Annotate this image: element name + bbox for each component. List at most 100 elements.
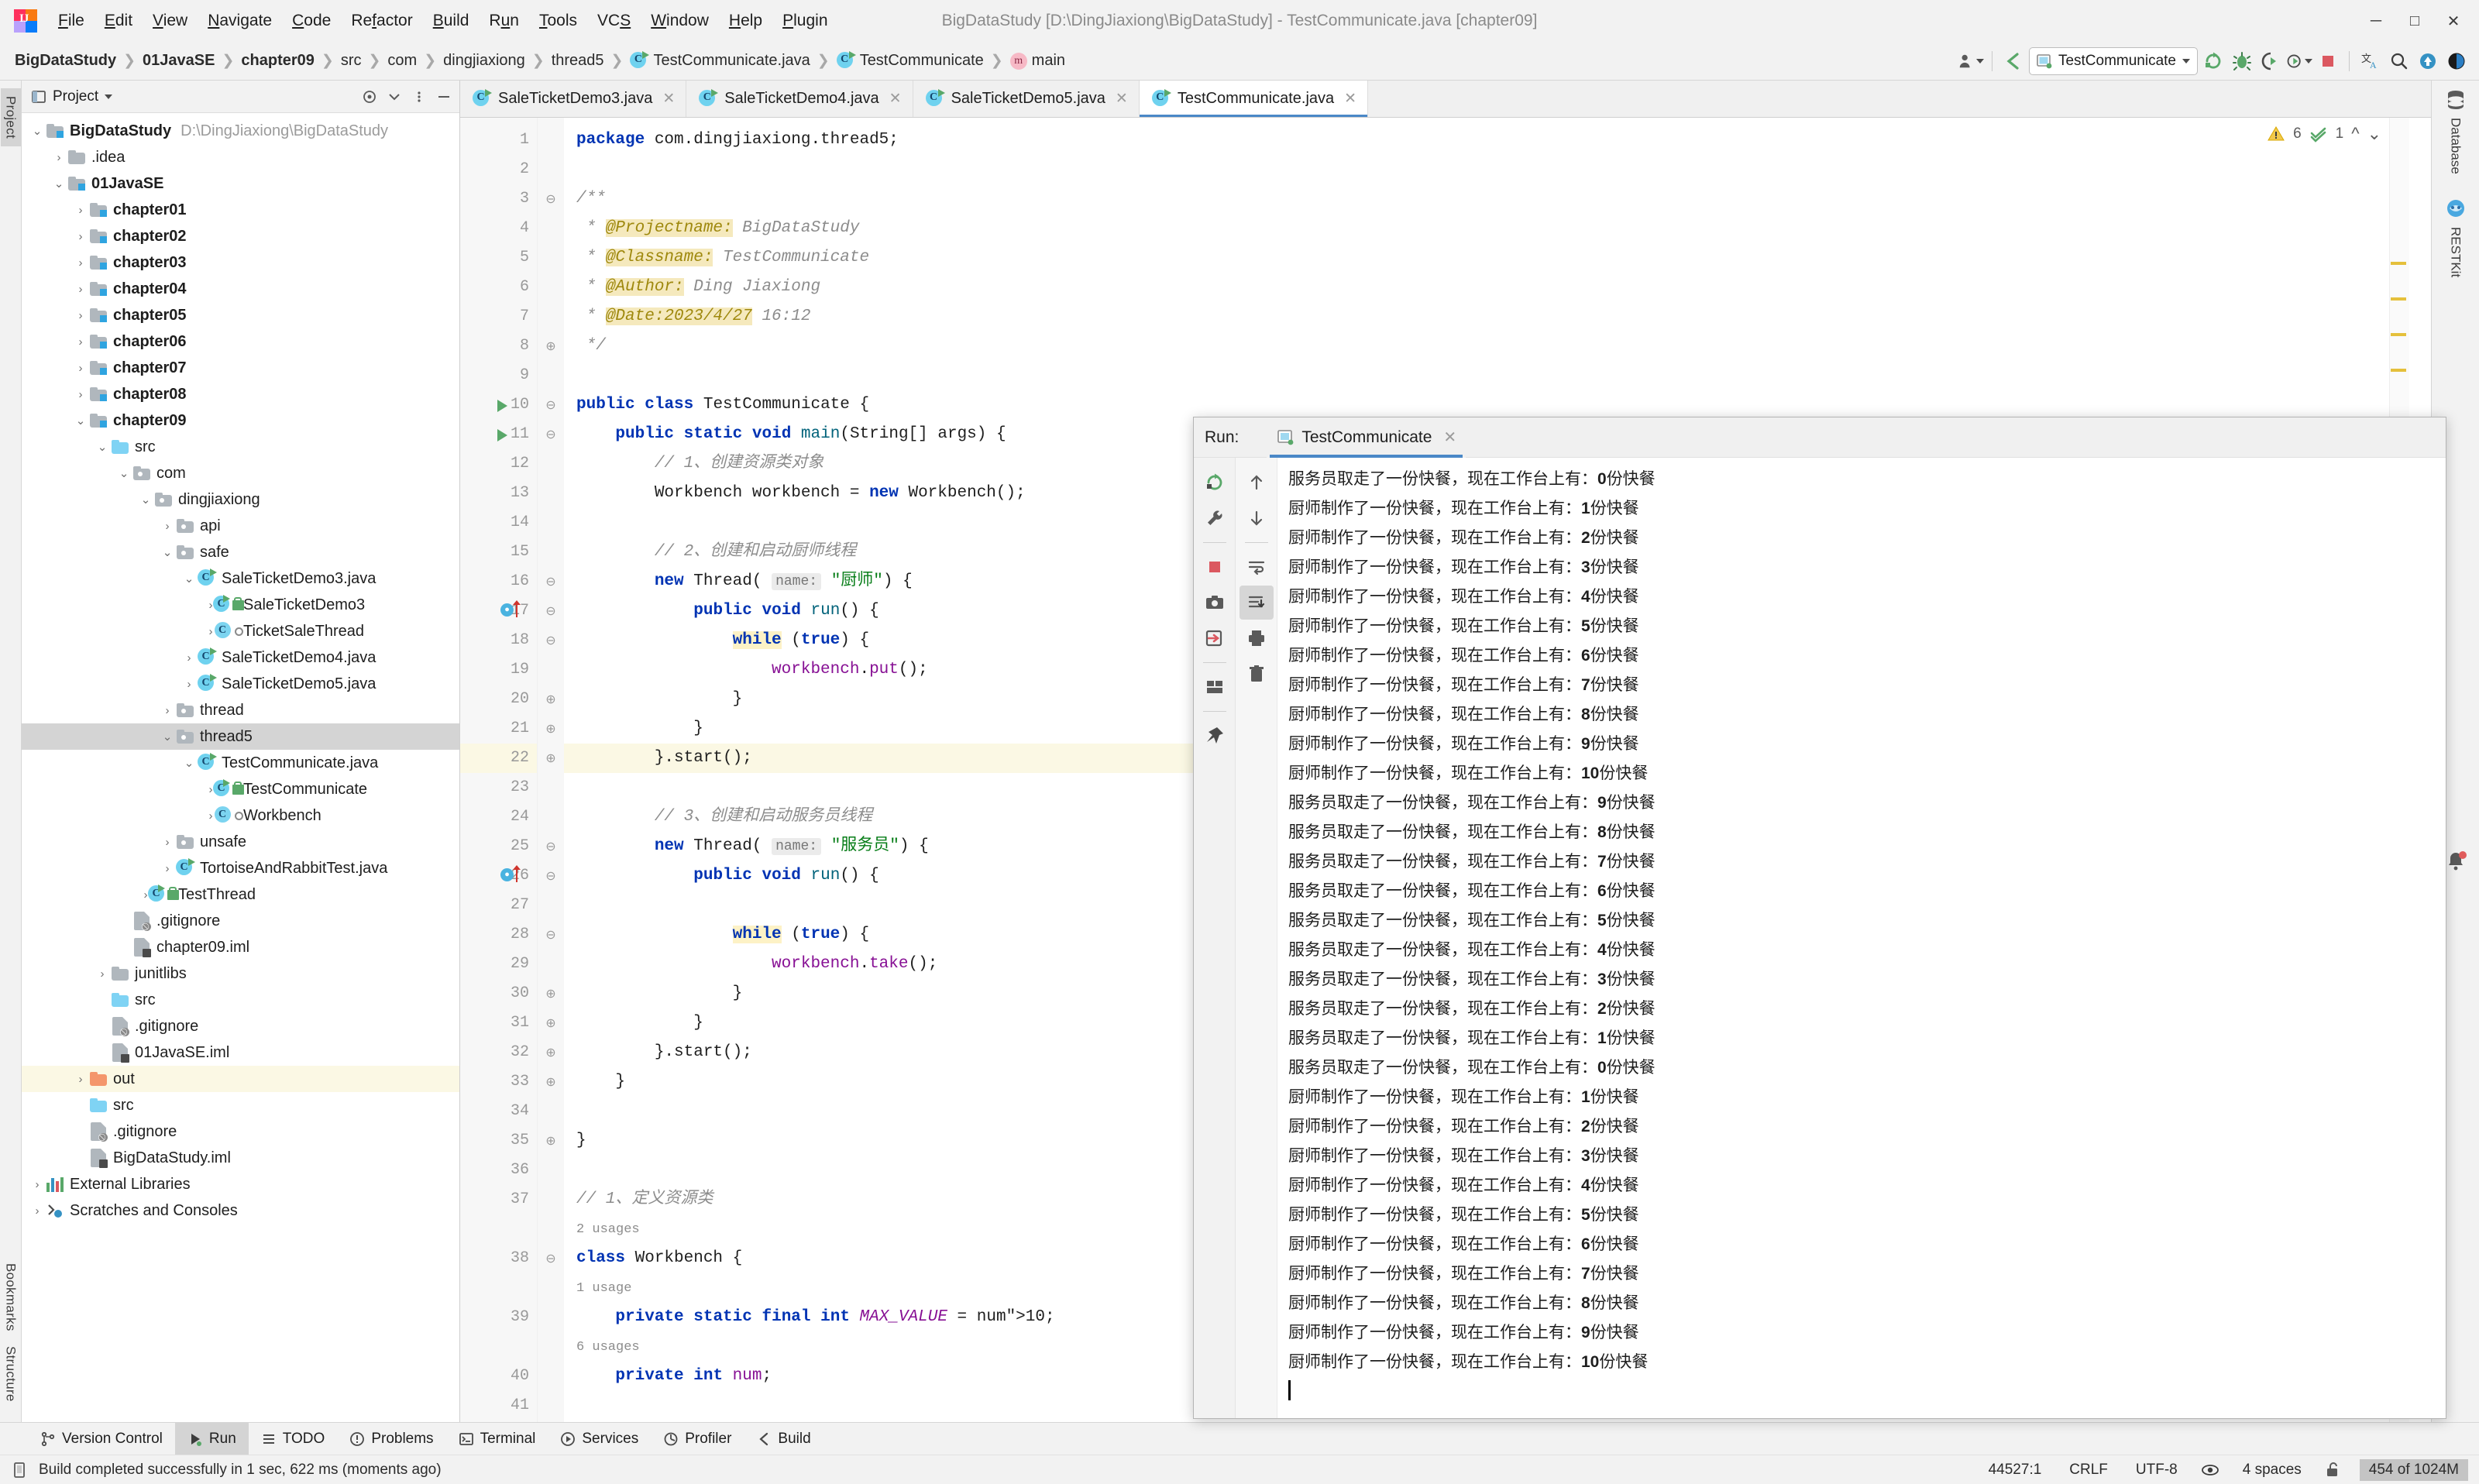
gutter-line-2[interactable]: 2 (460, 155, 537, 184)
menu-refactor[interactable]: Refactor (341, 8, 422, 34)
fold-marker-38[interactable]: ⊖ (538, 1244, 564, 1273)
fold-marker-27[interactable] (538, 891, 564, 920)
chevron-right-icon[interactable]: › (29, 1205, 45, 1217)
fold-marker-24[interactable] (538, 802, 564, 832)
back-arrow-icon[interactable] (2000, 48, 2027, 74)
breadcrumb-item-thread5[interactable]: thread5 (548, 50, 608, 71)
chevron-down-icon[interactable] (105, 94, 113, 99)
indent-setting[interactable]: 4 spaces (2239, 1460, 2305, 1480)
tree-node-chapter01[interactable]: › chapter01 (22, 197, 459, 223)
fold-marker-16[interactable]: ⊖ (538, 567, 564, 596)
fold-marker-6[interactable] (538, 273, 564, 302)
gutter-line-23[interactable]: 23 (460, 773, 537, 802)
screenshot-icon[interactable] (1198, 586, 1232, 620)
gutter-line-3[interactable]: 3 (460, 184, 537, 214)
menu-build[interactable]: Build (423, 8, 480, 34)
chevron-right-icon[interactable]: › (160, 520, 175, 532)
chevron-down-icon[interactable]: ⌄ (160, 547, 175, 558)
tree-node-saleticketdemo3[interactable]: › C SaleTicketDemo3 (22, 592, 459, 618)
tree-node-com[interactable]: ⌄ com (22, 460, 459, 486)
collapse-all-icon[interactable] (383, 86, 405, 108)
gutter-line-19[interactable]: 19 (460, 655, 537, 685)
chevron-down-icon[interactable]: ⌄ (95, 441, 110, 453)
fold-marker-29[interactable] (538, 950, 564, 979)
breadcrumb-item-project[interactable]: BigDataStudy (11, 50, 120, 71)
tool-window-button-problems[interactable]: Problems (337, 1423, 445, 1455)
chevron-down-icon[interactable]: ⌄ (73, 415, 88, 427)
gutter-line-26[interactable]: 26 ● (460, 861, 537, 891)
tree-node-external-libraries[interactable]: › External Libraries (22, 1171, 459, 1197)
sidebar-item-project[interactable]: Project (0, 88, 21, 147)
memory-indicator[interactable]: 454 of 1024M (2359, 1458, 2468, 1481)
fold-marker-2[interactable] (538, 155, 564, 184)
close-button[interactable]: ✕ (2436, 5, 2471, 36)
code-line[interactable]: */ (576, 331, 2431, 361)
tree-node-junitlibs[interactable]: › junitlibs (22, 960, 459, 987)
gutter-line-15[interactable]: 15 (460, 538, 537, 567)
tree-node-chapter07[interactable]: › chapter07 (22, 355, 459, 381)
scroll-down-icon[interactable] (1240, 501, 1274, 535)
run-gutter-icon[interactable] (497, 429, 507, 441)
tree-node-testcommunicate-java[interactable]: ⌄ C TestCommunicate.java (22, 750, 459, 776)
close-icon[interactable]: ✕ (1443, 428, 1456, 447)
tree-node-workbench[interactable]: › C Workbench (22, 802, 459, 829)
fold-marker-37[interactable] (538, 1185, 564, 1214)
gutter-line-4[interactable]: 4 (460, 214, 537, 243)
run-configuration-selector[interactable]: TestCommunicate (2028, 46, 2198, 75)
fold-marker-20[interactable]: ⊕ (538, 685, 564, 714)
debug-icon[interactable] (2229, 48, 2255, 74)
ide-theme-icon[interactable] (2443, 48, 2470, 74)
breadcrumb-item-dingjiaxiong[interactable]: dingjiaxiong (439, 50, 529, 71)
gutter-line-6[interactable]: 6 (460, 273, 537, 302)
tree-node-chapter09[interactable]: ⌄ chapter09 (22, 407, 459, 434)
gutter-line-7[interactable]: 7 (460, 302, 537, 331)
menu-plugin[interactable]: Plugin (772, 8, 837, 34)
tool-window-button-run[interactable]: Run (174, 1423, 249, 1455)
tree-node-unsafe[interactable]: › unsafe (22, 829, 459, 855)
tool-window-button-version-control[interactable]: Version Control (28, 1423, 175, 1455)
layout-icon[interactable] (1198, 670, 1232, 704)
tree-node--gitignore[interactable]: ⃠ .gitignore (22, 1118, 459, 1145)
breadcrumb-item-module[interactable]: 01JavaSE (139, 50, 218, 71)
chevron-down-icon[interactable]: ⌄ (181, 573, 197, 585)
breadcrumb-item-chapter[interactable]: chapter09 (237, 50, 318, 71)
next-highlight-icon[interactable]: ⌄ (2367, 124, 2381, 144)
run-gutter-icon[interactable] (497, 400, 507, 412)
tree-node-src[interactable]: src (22, 1092, 459, 1118)
translate-icon[interactable]: 文A (2357, 48, 2384, 74)
soft-wrap-icon[interactable] (1240, 550, 1274, 584)
close-icon[interactable]: ✕ (889, 90, 902, 108)
fold-marker-7[interactable] (538, 302, 564, 331)
tree-node-chapter06[interactable]: › chapter06 (22, 328, 459, 355)
fold-marker-33[interactable]: ⊕ (538, 1067, 564, 1097)
tool-window-button-terminal[interactable]: Terminal (446, 1423, 548, 1455)
tree-node-saleticketdemo3-java[interactable]: ⌄ C SaleTicketDemo3.java (22, 565, 459, 592)
chevron-right-icon[interactable]: › (51, 152, 67, 163)
fold-marker-12[interactable] (538, 449, 564, 479)
tree-node-chapter03[interactable]: › chapter03 (22, 249, 459, 276)
code-folding-column[interactable]: ⊖ ⊕ ⊖ ⊖ ⊖ ⊖ ⊖ ⊕ ⊕ ⊕ ⊖ ⊖ ⊖ ⊕ ⊕ ⊕ ⊕ ⊕ ⊖ (538, 118, 564, 1422)
fold-marker-32[interactable]: ⊕ (538, 1038, 564, 1067)
breakpoint-icon[interactable]: ● (500, 603, 514, 617)
code-line[interactable]: package com.dingjiaxiong.thread5; (576, 125, 2431, 155)
gutter-line-33[interactable]: 33 (460, 1067, 537, 1097)
gutter-line-39[interactable]: 39 (460, 1303, 537, 1332)
scroll-up-icon[interactable] (1240, 465, 1274, 500)
code-line[interactable]: * @Classname: TestCommunicate (576, 243, 2431, 273)
caret-position[interactable]: 44527:1 (1985, 1460, 2046, 1480)
line-separator[interactable]: CRLF (2065, 1460, 2112, 1480)
chevron-right-icon[interactable]: › (73, 336, 88, 348)
tool-window-button-profiler[interactable]: Profiler (651, 1423, 744, 1455)
fold-marker-17[interactable]: ⊖ (538, 596, 564, 626)
flatten-packages-icon[interactable] (359, 86, 380, 108)
menu-run[interactable]: Run (479, 8, 529, 34)
console-output[interactable]: 服务员取走了一份快餐，现在工作台上有：0份快餐 厨师制作了一份快餐，现在工作台上有… (1277, 458, 2446, 1418)
fold-marker-14[interactable] (538, 508, 564, 538)
tree-node-bigdatastudy-iml[interactable]: BigDataStudy.iml (22, 1145, 459, 1171)
gutter-line-20[interactable]: 20 (460, 685, 537, 714)
gutter-line-37[interactable]: 37 (460, 1185, 537, 1214)
chevron-right-icon[interactable]: › (181, 652, 197, 664)
tree-node-testcommunicate[interactable]: › C TestCommunicate (22, 776, 459, 802)
settings-wrench-icon[interactable] (1198, 501, 1232, 535)
tree-node-bigdatastudy[interactable]: ⌄ BigDataStudy D:\DingJiaxiong\BigDataStud… (22, 118, 459, 144)
